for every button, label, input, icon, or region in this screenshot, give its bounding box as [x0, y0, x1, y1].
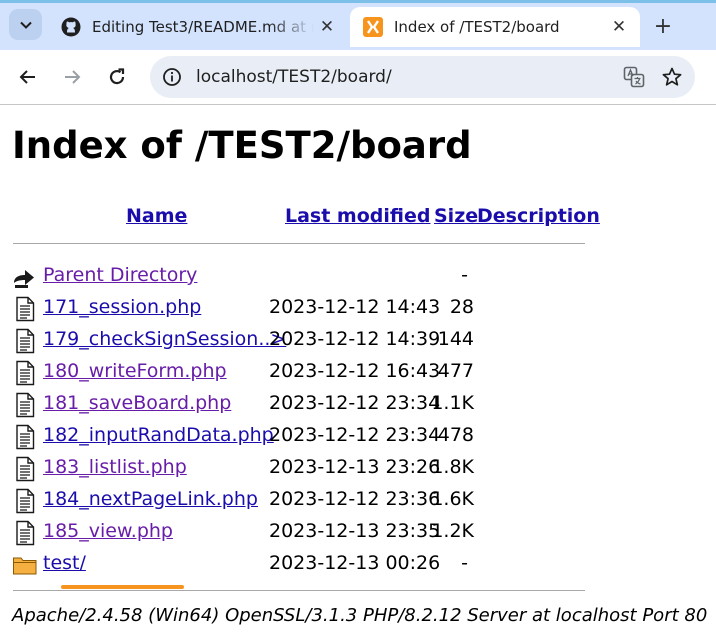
folder-link[interactable]: test/	[43, 552, 86, 574]
file-date: 2023-12-12 23:34	[269, 392, 441, 414]
close-tab-icon[interactable]: ✕	[606, 14, 632, 40]
text-file-icon	[16, 424, 35, 450]
file-size: 144	[437, 328, 474, 350]
table-row: Parent Directory -	[12, 262, 592, 290]
file-size: 1.1K	[431, 392, 474, 414]
file-date: 2023-12-12 14:43	[269, 296, 441, 318]
text-file-icon	[16, 488, 35, 514]
header-divider	[13, 243, 585, 244]
text-file-icon	[16, 360, 35, 386]
file-date: 2023-12-12 23:36	[269, 488, 441, 510]
table-header: Name Last modified Size Description	[12, 205, 600, 229]
parent-directory-link[interactable]: Parent Directory	[43, 264, 197, 286]
tab-title: Index of /TEST2/board	[394, 18, 560, 36]
file-link[interactable]: 184_nextPageLink.php	[43, 488, 258, 510]
file-date: 2023-12-13 23:35	[269, 520, 441, 542]
sort-by-last-modified-link[interactable]: Last modified	[285, 205, 430, 227]
back-arrow-icon	[19, 70, 35, 84]
file-link[interactable]: 183_listlist.php	[43, 456, 187, 478]
xampp-icon	[362, 16, 384, 38]
file-size: 477	[437, 360, 474, 382]
forward-button[interactable]	[57, 62, 87, 92]
url-text[interactable]: localhost/TEST2/board/	[196, 67, 619, 87]
file-size: 478	[437, 424, 474, 446]
bookmark-star-icon[interactable]	[657, 62, 687, 92]
sort-by-size-link[interactable]: Size	[434, 205, 478, 227]
parent-directory-icon	[14, 270, 34, 288]
file-size: 1.8K	[431, 456, 474, 478]
text-file-icon	[16, 456, 35, 482]
table-row: 183_listlist.php 2023-12-13 23:26 1.8K	[12, 454, 592, 482]
page-title: Index of /TEST2/board	[12, 124, 472, 167]
table-row: 182_inputRandData.php 2023-12-12 23:34 478	[12, 422, 592, 450]
file-size: 1.6K	[431, 488, 474, 510]
new-tab-button[interactable]: +	[648, 11, 678, 41]
file-link[interactable]: 179_checkSignSession..>	[43, 328, 286, 350]
sort-by-name-link[interactable]: Name	[126, 205, 187, 227]
sort-by-description-link[interactable]: Description	[477, 205, 600, 227]
reload-button[interactable]	[102, 62, 132, 92]
table-row: 180_writeForm.php 2023-12-12 16:43 477	[12, 358, 592, 386]
table-row: 184_nextPageLink.php 2023-12-12 23:36 1.6K	[12, 486, 592, 514]
address-bar[interactable]: localhost/TEST2/board/	[150, 56, 695, 98]
text-file-icon	[16, 520, 35, 546]
file-date: 2023-12-13 23:26	[269, 456, 441, 478]
file-link[interactable]: 182_inputRandData.php	[43, 424, 274, 446]
text-file-icon	[16, 296, 35, 322]
translate-icon[interactable]	[619, 62, 649, 92]
tab-title: Editing Test3/README.md at m	[92, 18, 314, 36]
close-tab-icon[interactable]: ✕	[314, 14, 340, 40]
footer-divider	[13, 590, 585, 591]
file-date: 2023-12-12 16:43	[269, 360, 441, 382]
table-row: 179_checkSignSession..> 2023-12-12 14:39 1…	[12, 326, 592, 354]
file-link[interactable]: 171_session.php	[43, 296, 201, 318]
file-link[interactable]: 185_view.php	[43, 520, 173, 542]
reload-icon	[109, 68, 125, 85]
text-file-icon	[16, 328, 35, 354]
file-size: 1.2K	[431, 520, 474, 542]
back-button[interactable]	[13, 62, 43, 92]
tab-index-board[interactable]: Index of /TEST2/board ✕	[350, 7, 640, 47]
table-row: 181_saveBoard.php 2023-12-12 23:34 1.1K	[12, 390, 592, 418]
text-file-icon	[16, 392, 35, 418]
table-row: 171_session.php 2023-12-12 14:43 28	[12, 294, 592, 322]
tab-search-button[interactable]	[9, 9, 42, 40]
file-link[interactable]: 181_saveBoard.php	[43, 392, 231, 414]
tab-github-readme[interactable]: Editing Test3/README.md at m ✕	[48, 7, 348, 47]
github-icon	[60, 16, 82, 38]
tab-strip: Editing Test3/README.md at m ✕ Index of …	[0, 0, 716, 50]
chevron-down-icon	[19, 21, 32, 29]
table-row: 185_view.php 2023-12-13 23:35 1.2K	[12, 518, 592, 546]
file-link[interactable]: 180_writeForm.php	[43, 360, 227, 382]
browser-toolbar: localhost/TEST2/board/	[0, 50, 716, 105]
file-size: -	[461, 552, 468, 574]
server-signature: Apache/2.4.58 (Win64) OpenSSL/3.1.3 PHP/…	[12, 605, 708, 626]
file-date: 2023-12-13 00:26	[269, 552, 441, 574]
file-size: -	[461, 264, 468, 286]
table-row: test/ 2023-12-13 00:26 -	[12, 550, 592, 578]
forward-arrow-icon	[65, 70, 81, 84]
site-info-icon[interactable]	[159, 64, 185, 90]
file-size: 28	[449, 296, 474, 318]
file-date: 2023-12-12 14:39	[269, 328, 441, 350]
xampp-accent-bar	[61, 585, 184, 589]
file-date: 2023-12-12 23:34	[269, 424, 441, 446]
folder-icon	[13, 557, 37, 575]
